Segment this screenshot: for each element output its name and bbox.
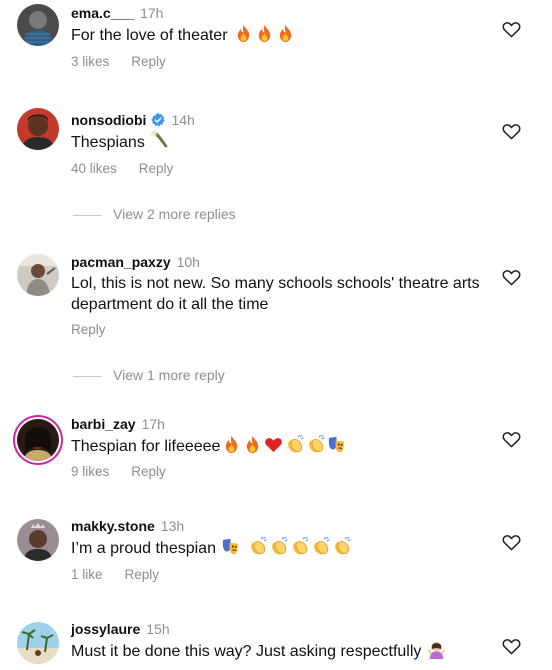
username[interactable]: barbi_zay — [71, 416, 136, 432]
avatar[interactable] — [17, 419, 59, 461]
fire-icon — [276, 24, 295, 43]
theater-masks-icon — [221, 537, 240, 556]
theater-masks-icon — [327, 435, 346, 454]
heart-icon[interactable] — [502, 21, 521, 38]
fire-icon — [222, 435, 241, 454]
avatar[interactable] — [17, 622, 59, 664]
comment-time: 17h — [140, 5, 164, 21]
clapping-hands-icon — [269, 537, 288, 556]
clapping-hands-icon — [332, 537, 351, 556]
comment-time: 15h — [146, 621, 170, 637]
avatar[interactable] — [17, 4, 59, 46]
comment-body: Thespians — [71, 134, 145, 151]
heart-icon[interactable] — [502, 431, 521, 448]
comment-time: 10h — [176, 254, 200, 270]
view-more-replies-label: View 1 more reply — [113, 367, 225, 383]
heart-icon[interactable] — [502, 534, 521, 551]
comment-body: Must it be done this way? Just asking re… — [71, 643, 422, 660]
username[interactable]: makky.stone — [71, 518, 155, 534]
username[interactable]: nonsodiobi — [71, 112, 146, 128]
woman-shrugging-icon — [427, 640, 446, 659]
comment-meta: makky.stone 13h — [71, 518, 184, 534]
clapping-hands-icon — [248, 537, 267, 556]
verified-badge-icon — [151, 113, 166, 127]
comment-meta: ema.c___ 17h — [71, 5, 163, 21]
comment-body: Lol, this is not new. So many schools sc… — [71, 275, 480, 313]
avatar[interactable] — [17, 254, 59, 296]
username[interactable]: ema.c___ — [71, 5, 134, 21]
clapping-hands-icon — [306, 435, 325, 454]
clapping-hands-icon — [290, 537, 309, 556]
fire-icon — [234, 24, 253, 43]
comment-text: Must it be done this way? Just asking re… — [71, 640, 491, 662]
view-more-replies[interactable]: View 2 more replies — [73, 206, 236, 222]
divider-line — [73, 214, 101, 216]
heart-icon[interactable] — [502, 123, 521, 140]
comment-actions: 40 likes Reply — [71, 161, 173, 176]
likes-count[interactable]: 3 likes — [71, 54, 109, 69]
comment-meta: nonsodiobi 14h — [71, 112, 195, 128]
avatar[interactable] — [17, 108, 59, 150]
likes-count[interactable]: 9 likes — [71, 464, 109, 479]
view-more-replies[interactable]: View 1 more reply — [73, 367, 225, 383]
avatar[interactable] — [17, 519, 59, 561]
likes-count[interactable]: 1 like — [71, 567, 103, 582]
clapping-hands-icon — [311, 537, 330, 556]
comment-meta: barbi_zay 17h — [71, 416, 165, 432]
reply-button[interactable]: Reply — [131, 54, 166, 69]
comment-body: I’m a proud thespian — [71, 540, 216, 557]
comment-actions: 9 likes Reply — [71, 464, 166, 479]
comment-text: Thespians — [71, 131, 491, 153]
comment-text: Lol, this is not new. So many schools sc… — [71, 273, 491, 315]
username[interactable]: pacman_paxzy — [71, 254, 171, 270]
heart-icon[interactable] — [502, 638, 521, 655]
comment-actions: 1 like Reply — [71, 567, 159, 582]
view-more-replies-label: View 2 more replies — [113, 206, 236, 222]
comment-text: Thespian for lifeeeee — [71, 435, 491, 457]
comment-body: Thespian for lifeeeee — [71, 438, 221, 455]
red-heart-icon — [264, 435, 283, 454]
reply-button[interactable]: Reply — [131, 464, 166, 479]
reply-button[interactable]: Reply — [125, 567, 160, 582]
reply-button[interactable]: Reply — [139, 161, 174, 176]
fire-icon — [255, 24, 274, 43]
comment-time: 14h — [171, 112, 195, 128]
fire-icon — [243, 435, 262, 454]
username[interactable]: jossylaure — [71, 621, 140, 637]
comment-text: For the love of theater — [71, 24, 491, 46]
divider-line — [73, 375, 101, 377]
comment-time: 17h — [141, 416, 165, 432]
heart-icon[interactable] — [502, 269, 521, 286]
likes-count[interactable]: 40 likes — [71, 161, 117, 176]
comment-meta: jossylaure 15h — [71, 621, 170, 637]
reply-button[interactable]: Reply — [71, 322, 106, 337]
comment-meta: pacman_paxzy 10h — [71, 254, 200, 270]
comment-text: I’m a proud thespian — [71, 537, 491, 559]
comment-actions: 3 likes Reply — [71, 54, 166, 69]
clapping-hands-icon — [285, 435, 304, 454]
comment-time: 13h — [160, 518, 185, 534]
champagne-icon — [151, 131, 170, 150]
comment-actions: Reply — [71, 322, 106, 337]
comment-body: For the love of theater — [71, 27, 228, 44]
